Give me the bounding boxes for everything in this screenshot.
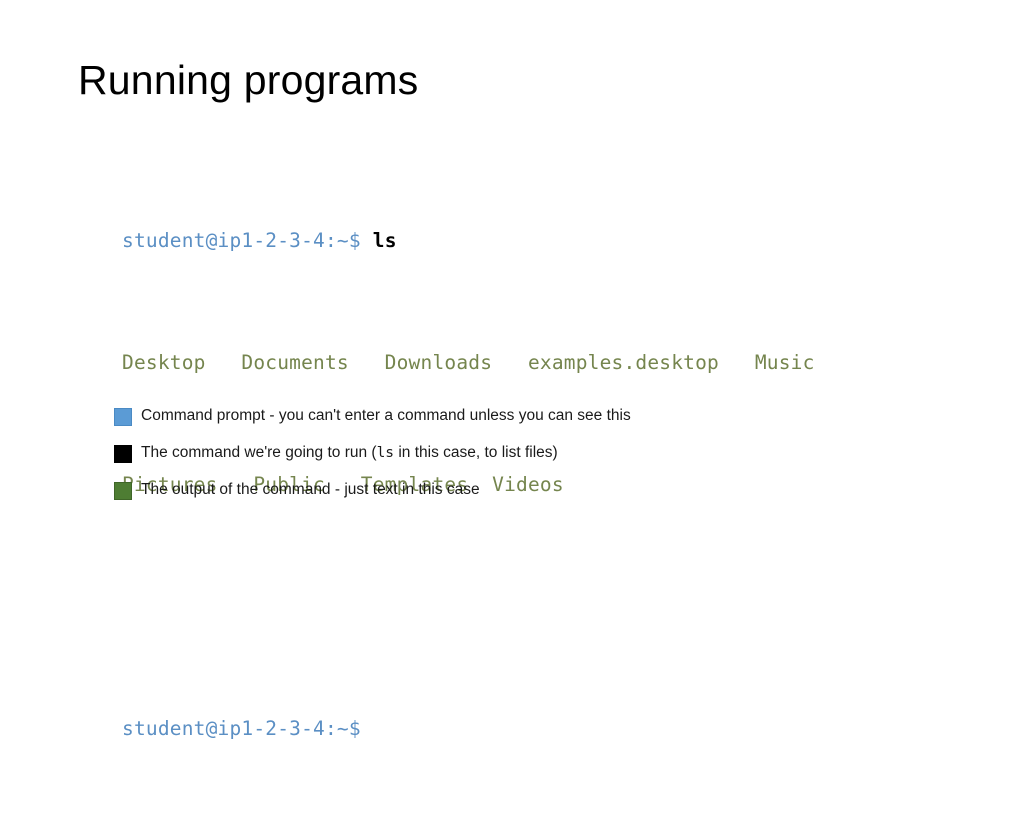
legend-label-command-prompt: Command prompt - you can't enter a comma… — [141, 407, 631, 426]
shell-command: ls — [372, 228, 397, 252]
command-output-line-1: Desktop Documents Downloads examples.des… — [122, 350, 815, 374]
terminal-line-command: student@ip1-2-3-4:~$ ls — [122, 226, 982, 257]
terminal-line-output-1: Desktop Documents Downloads examples.des… — [122, 348, 982, 379]
shell-prompt-trailing: student@ip1-2-3-4:~$ — [122, 716, 361, 740]
legend-swatch-blue-icon — [114, 407, 132, 426]
legend-text-part-before: The output of the command - just text in… — [141, 481, 480, 499]
legend-item-command: The command we're going to run (ls in th… — [114, 435, 631, 472]
slide-canvas: Running programs student@ip1-2-3-4:~$ ls… — [0, 0, 1024, 740]
legend-swatch-green-icon — [114, 481, 132, 500]
shell-prompt: student@ip1-2-3-4:~$ — [122, 228, 373, 252]
legend-inline-code: ls — [376, 445, 395, 462]
legend-swatch-black-icon — [114, 444, 132, 463]
page-title: Running programs — [78, 57, 419, 103]
terminal-line-prompt: student@ip1-2-3-4:~$ — [122, 714, 982, 745]
legend-item-command-prompt: Command prompt - you can't enter a comma… — [114, 398, 631, 435]
legend-label-output: The output of the command - just text in… — [141, 481, 480, 500]
legend-item-output: The output of the command - just text in… — [114, 472, 631, 509]
legend-text-part-before: Command prompt - you can't enter a comma… — [141, 407, 631, 425]
legend-text-part-before: The command we're going to run ( — [141, 444, 377, 462]
legend-label-command: The command we're going to run (ls in th… — [141, 444, 558, 463]
legend-text-part-after: in this case, to list files) — [394, 444, 558, 462]
legend: Command prompt - you can't enter a comma… — [114, 398, 631, 509]
